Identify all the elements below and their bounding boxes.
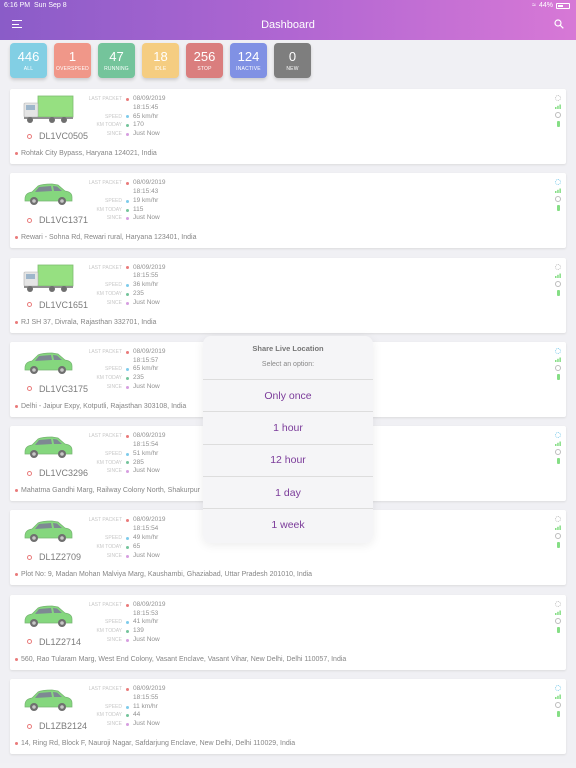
option-12-hour[interactable]: 12 hour	[203, 443, 373, 476]
header-bar: 6:16 PM Sun Sep 8 ≈ 44% Dashboard	[0, 0, 576, 40]
page-title: Dashboard	[261, 19, 315, 31]
option-1-week[interactable]: 1 week	[203, 508, 373, 540]
option-1-hour[interactable]: 1 hour	[203, 411, 373, 443]
wifi-icon: ≈	[532, 2, 536, 9]
share-location-dialog: Share Live Location Select an option: On…	[203, 336, 373, 543]
battery-percent: 44%	[538, 2, 553, 9]
dialog-subtitle: Select an option:	[261, 361, 315, 368]
dialog-title: Share Live Location	[252, 344, 324, 353]
status-time: 6:16 PM Sun Sep 8	[4, 2, 67, 9]
status-bar: 6:16 PM Sun Sep 8 ≈ 44%	[0, 0, 576, 12]
search-icon[interactable]	[554, 19, 564, 29]
battery-icon	[556, 2, 570, 9]
option-1-day[interactable]: 1 day	[203, 475, 373, 508]
option-only-once[interactable]: Only once	[203, 379, 373, 411]
dialog-options: Only once 1 hour 12 hour 1 day 1 week	[203, 379, 373, 540]
status-right: ≈ 44%	[532, 2, 570, 9]
